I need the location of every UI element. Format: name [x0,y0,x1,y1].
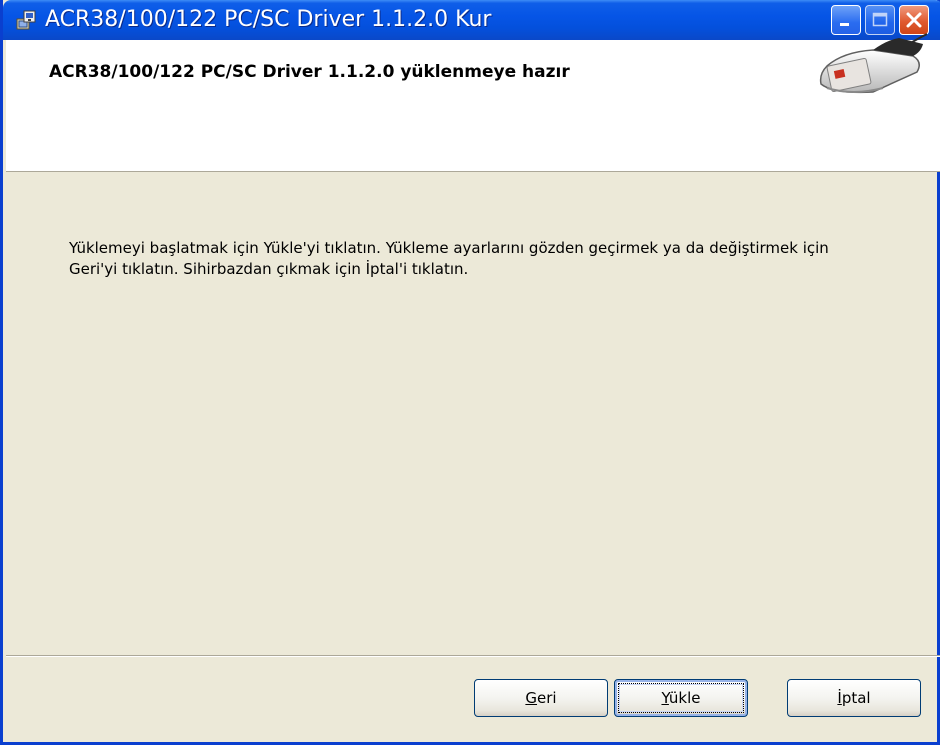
maximize-button[interactable] [865,5,895,35]
window-title: ACR38/100/122 PC/SC Driver 1.1.2.0 Kur [45,7,492,32]
card-reader-image [813,32,929,102]
footer-divider-highlight [6,656,940,657]
cancel-button[interactable]: İptal [787,679,921,717]
title-bar[interactable]: ACR38/100/122 PC/SC Driver 1.1.2.0 Kur [3,0,940,40]
back-label: eri [537,689,557,707]
maximize-icon [872,12,888,27]
minimize-icon [840,23,849,26]
instruction-text: Yüklemeyi başlatmak için Yükle'yi tıklat… [69,239,829,278]
cancel-label: ptal [841,689,871,707]
back-mnemonic: G [525,689,538,707]
install-button[interactable]: Yükle [614,679,748,717]
focus-rect [618,683,744,713]
back-button[interactable]: Geri [474,679,608,717]
minimize-button[interactable] [831,5,861,35]
installer-window: ACR38/100/122 PC/SC Driver 1.1.2.0 Kur A… [0,0,940,745]
page-title: ACR38/100/122 PC/SC Driver 1.1.2.0 yükle… [49,62,570,82]
installer-icon [15,9,37,31]
header-banner [6,40,940,172]
close-icon [906,12,922,28]
close-button[interactable] [899,5,929,35]
